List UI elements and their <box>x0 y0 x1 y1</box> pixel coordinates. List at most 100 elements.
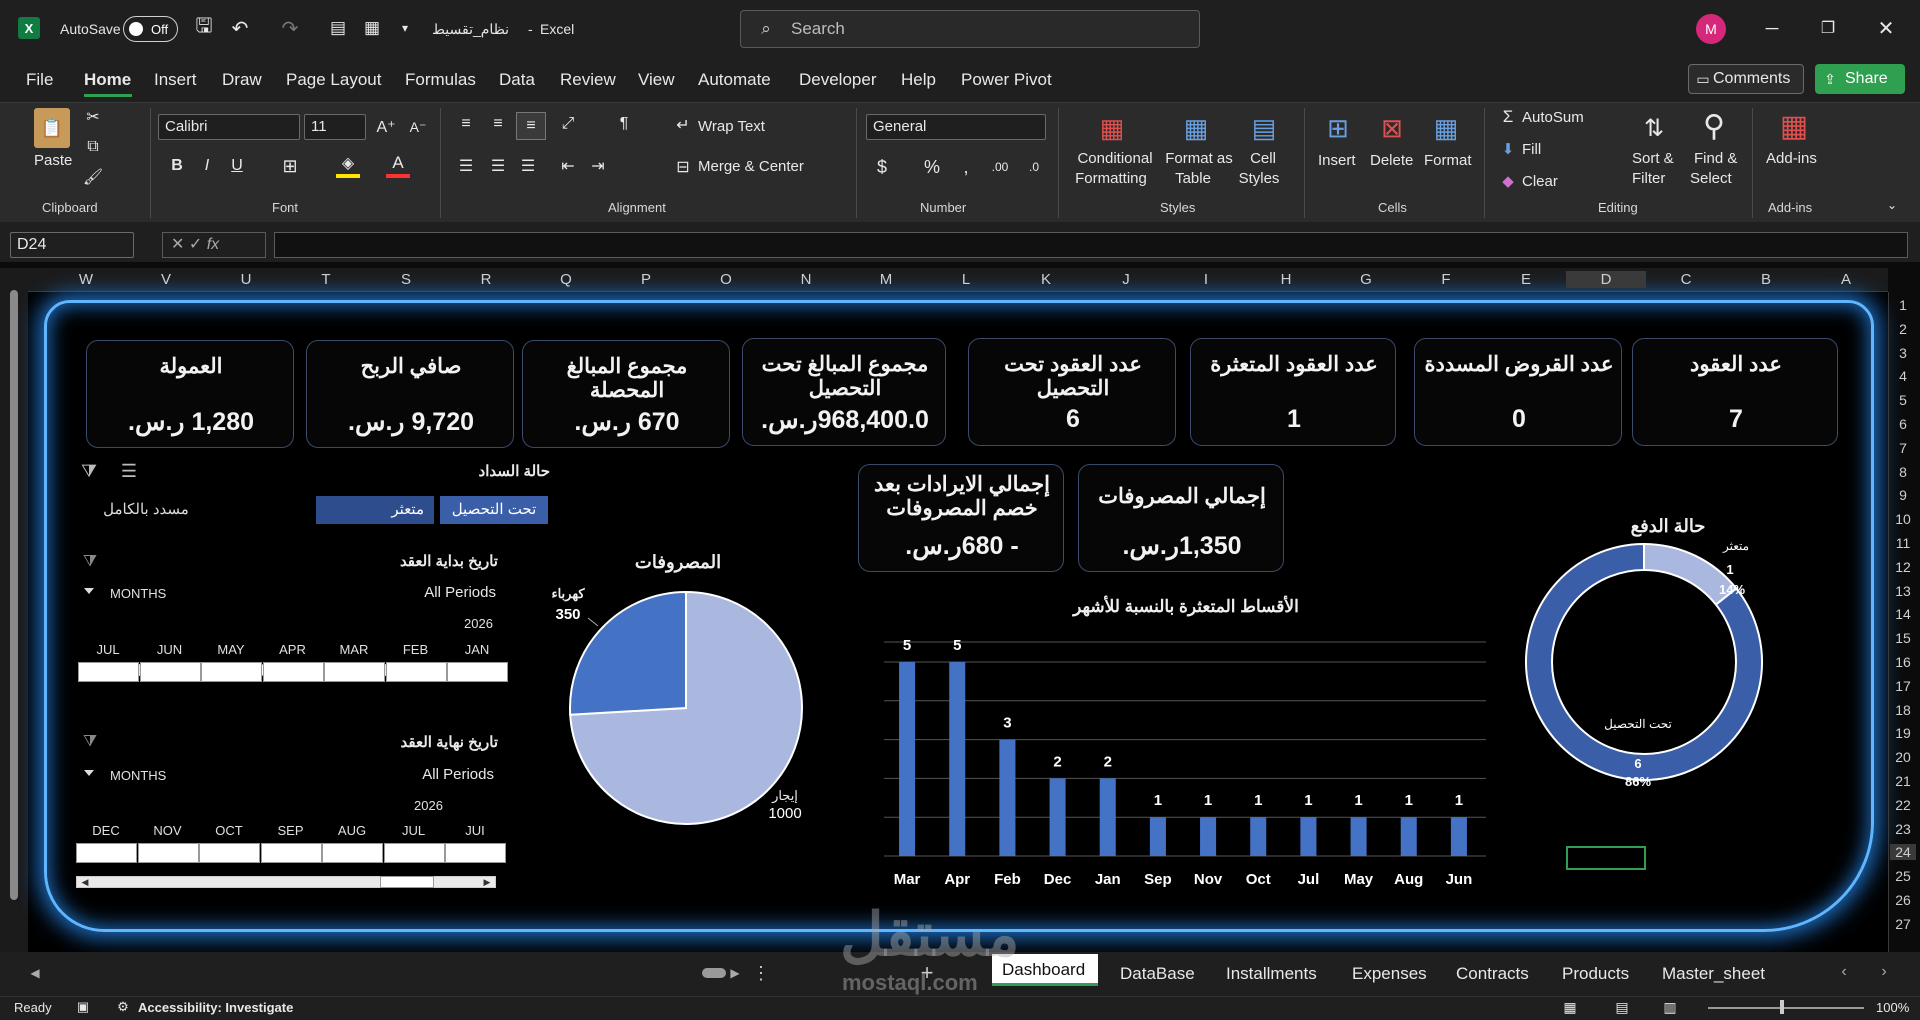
column-header[interactable]: I <box>1196 271 1216 288</box>
x-tick-label: Jul <box>1298 871 1320 888</box>
column-header[interactable]: D <box>1566 271 1646 288</box>
zoom-level[interactable]: 100% <box>1876 1000 1909 1015</box>
row-header[interactable]: 12 <box>1890 559 1916 575</box>
row-header[interactable]: 20 <box>1890 749 1916 765</box>
column-header[interactable]: G <box>1356 271 1376 288</box>
column-header[interactable]: B <box>1756 271 1776 288</box>
row-header[interactable]: 16 <box>1890 654 1916 670</box>
row-header[interactable]: 19 <box>1890 725 1916 741</box>
status-ready: Ready <box>14 1000 52 1015</box>
page-break-view-icon[interactable]: ▥ <box>1660 998 1680 1016</box>
row-header[interactable]: 25 <box>1890 868 1916 884</box>
row-header[interactable]: 1 <box>1890 297 1916 313</box>
row-header[interactable]: 18 <box>1890 702 1916 718</box>
timeline-month-label: OCT <box>215 823 243 838</box>
column-header[interactable]: V <box>156 271 176 288</box>
row-header[interactable]: 27 <box>1890 916 1916 932</box>
macro-record-icon[interactable]: ▣ <box>74 999 92 1015</box>
row-header[interactable]: 11 <box>1890 535 1916 551</box>
tab-contracts[interactable]: Contracts <box>1456 964 1529 984</box>
column-header[interactable]: L <box>956 271 976 288</box>
timeline-month-cell[interactable] <box>201 662 262 682</box>
timeline-month-cell[interactable] <box>324 662 385 682</box>
more-options-icon[interactable]: ⋮ <box>752 962 770 984</box>
timeline-month-cell[interactable] <box>445 843 506 863</box>
column-header[interactable]: F <box>1436 271 1456 288</box>
row-header[interactable]: 22 <box>1890 797 1916 813</box>
timeline-month-cell[interactable] <box>383 843 445 863</box>
page-layout-view-icon[interactable]: ▤ <box>1612 998 1632 1016</box>
timeline-month-cell[interactable] <box>137 843 199 863</box>
row-header[interactable]: 10 <box>1890 511 1916 527</box>
bar-data-label: 1 <box>1455 792 1463 809</box>
column-header[interactable]: A <box>1836 271 1856 288</box>
bar-data-label: 5 <box>953 637 961 654</box>
timeline-month-cell[interactable] <box>78 662 139 682</box>
timeline-month-cell[interactable] <box>260 843 322 863</box>
column-header[interactable]: N <box>796 271 816 288</box>
normal-view-icon[interactable]: ▦ <box>1560 998 1580 1016</box>
column-header[interactable]: M <box>876 271 896 288</box>
row-header[interactable]: 14 <box>1890 606 1916 622</box>
column-header[interactable]: O <box>716 271 736 288</box>
tab-products[interactable]: Products <box>1562 964 1629 984</box>
column-header[interactable]: C <box>1676 271 1696 288</box>
prev-sheet-icon[interactable]: ‹ <box>1834 962 1854 982</box>
tab-installments[interactable]: Installments <box>1226 964 1317 984</box>
accessibility-status[interactable]: Accessibility: Investigate <box>138 1000 293 1015</box>
row-header[interactable]: 13 <box>1890 583 1916 599</box>
timeline-month-cell[interactable] <box>262 662 324 682</box>
row-header[interactable]: 5 <box>1890 392 1916 408</box>
row-header[interactable]: 2 <box>1890 321 1916 337</box>
tab-expenses[interactable]: Expenses <box>1352 964 1427 984</box>
timeline-month-cell[interactable] <box>447 662 508 682</box>
scroll-right-icon[interactable]: ▶ <box>728 964 742 982</box>
timeline-month-label: APR <box>279 642 306 657</box>
next-sheet-icon[interactable]: › <box>1874 962 1894 982</box>
timeline-month-cell[interactable] <box>139 662 201 682</box>
bar-data-label: 1 <box>1354 792 1362 809</box>
row-header[interactable]: 17 <box>1890 678 1916 694</box>
row-header[interactable]: 15 <box>1890 630 1916 646</box>
column-header[interactable]: W <box>76 271 96 288</box>
timeline-month-cell[interactable] <box>76 843 137 863</box>
timeline-month-cell[interactable] <box>199 843 260 863</box>
column-header[interactable]: J <box>1116 271 1136 288</box>
column-header[interactable]: P <box>636 271 656 288</box>
row-header[interactable]: 4 <box>1890 368 1916 384</box>
row-header[interactable]: 7 <box>1890 440 1916 456</box>
column-header[interactable]: U <box>236 271 256 288</box>
column-header[interactable]: R <box>476 271 496 288</box>
column-header[interactable]: K <box>1036 271 1056 288</box>
tab-master-sheet[interactable]: Master_sheet <box>1662 964 1765 984</box>
zoom-thumb[interactable] <box>1780 1000 1784 1014</box>
zoom-slider[interactable] <box>1708 1007 1864 1009</box>
x-tick-label: Feb <box>994 871 1021 888</box>
timeline-month-cell[interactable] <box>322 843 383 863</box>
row-header[interactable]: 3 <box>1890 345 1916 361</box>
tab-database[interactable]: DataBase <box>1120 964 1195 984</box>
scroll-left-icon[interactable]: ◀ <box>26 964 44 982</box>
row-header[interactable]: 26 <box>1890 892 1916 908</box>
column-header[interactable]: E <box>1516 271 1536 288</box>
column-header[interactable]: Q <box>556 271 576 288</box>
column-header[interactable]: T <box>316 271 336 288</box>
row-header[interactable]: 21 <box>1890 773 1916 789</box>
pie-value: 350 <box>555 606 580 623</box>
column-header[interactable]: S <box>396 271 416 288</box>
x-tick-label: Mar <box>894 871 921 888</box>
row-header[interactable]: 23 <box>1890 821 1916 837</box>
row-header[interactable]: 9 <box>1890 487 1916 503</box>
donut-label: تحت التحصيل <box>1604 717 1672 731</box>
kpi-card: العمولة 1,280 ر.س. <box>86 340 294 448</box>
selected-cell[interactable] <box>1566 846 1646 870</box>
accessibility-icon[interactable]: ⚙ <box>114 999 132 1015</box>
kpi-card: إجمالي المصروفات 1,350ر.س. <box>1078 464 1284 572</box>
row-header[interactable]: 6 <box>1890 416 1916 432</box>
row-header[interactable]: 8 <box>1890 464 1916 480</box>
row-header[interactable]: 24 <box>1890 844 1916 861</box>
column-header[interactable]: H <box>1276 271 1296 288</box>
timeline-month-cell[interactable] <box>385 662 447 682</box>
horizontal-scroll-thumb[interactable] <box>702 968 726 978</box>
timeline-month-label: JUI <box>465 823 485 838</box>
